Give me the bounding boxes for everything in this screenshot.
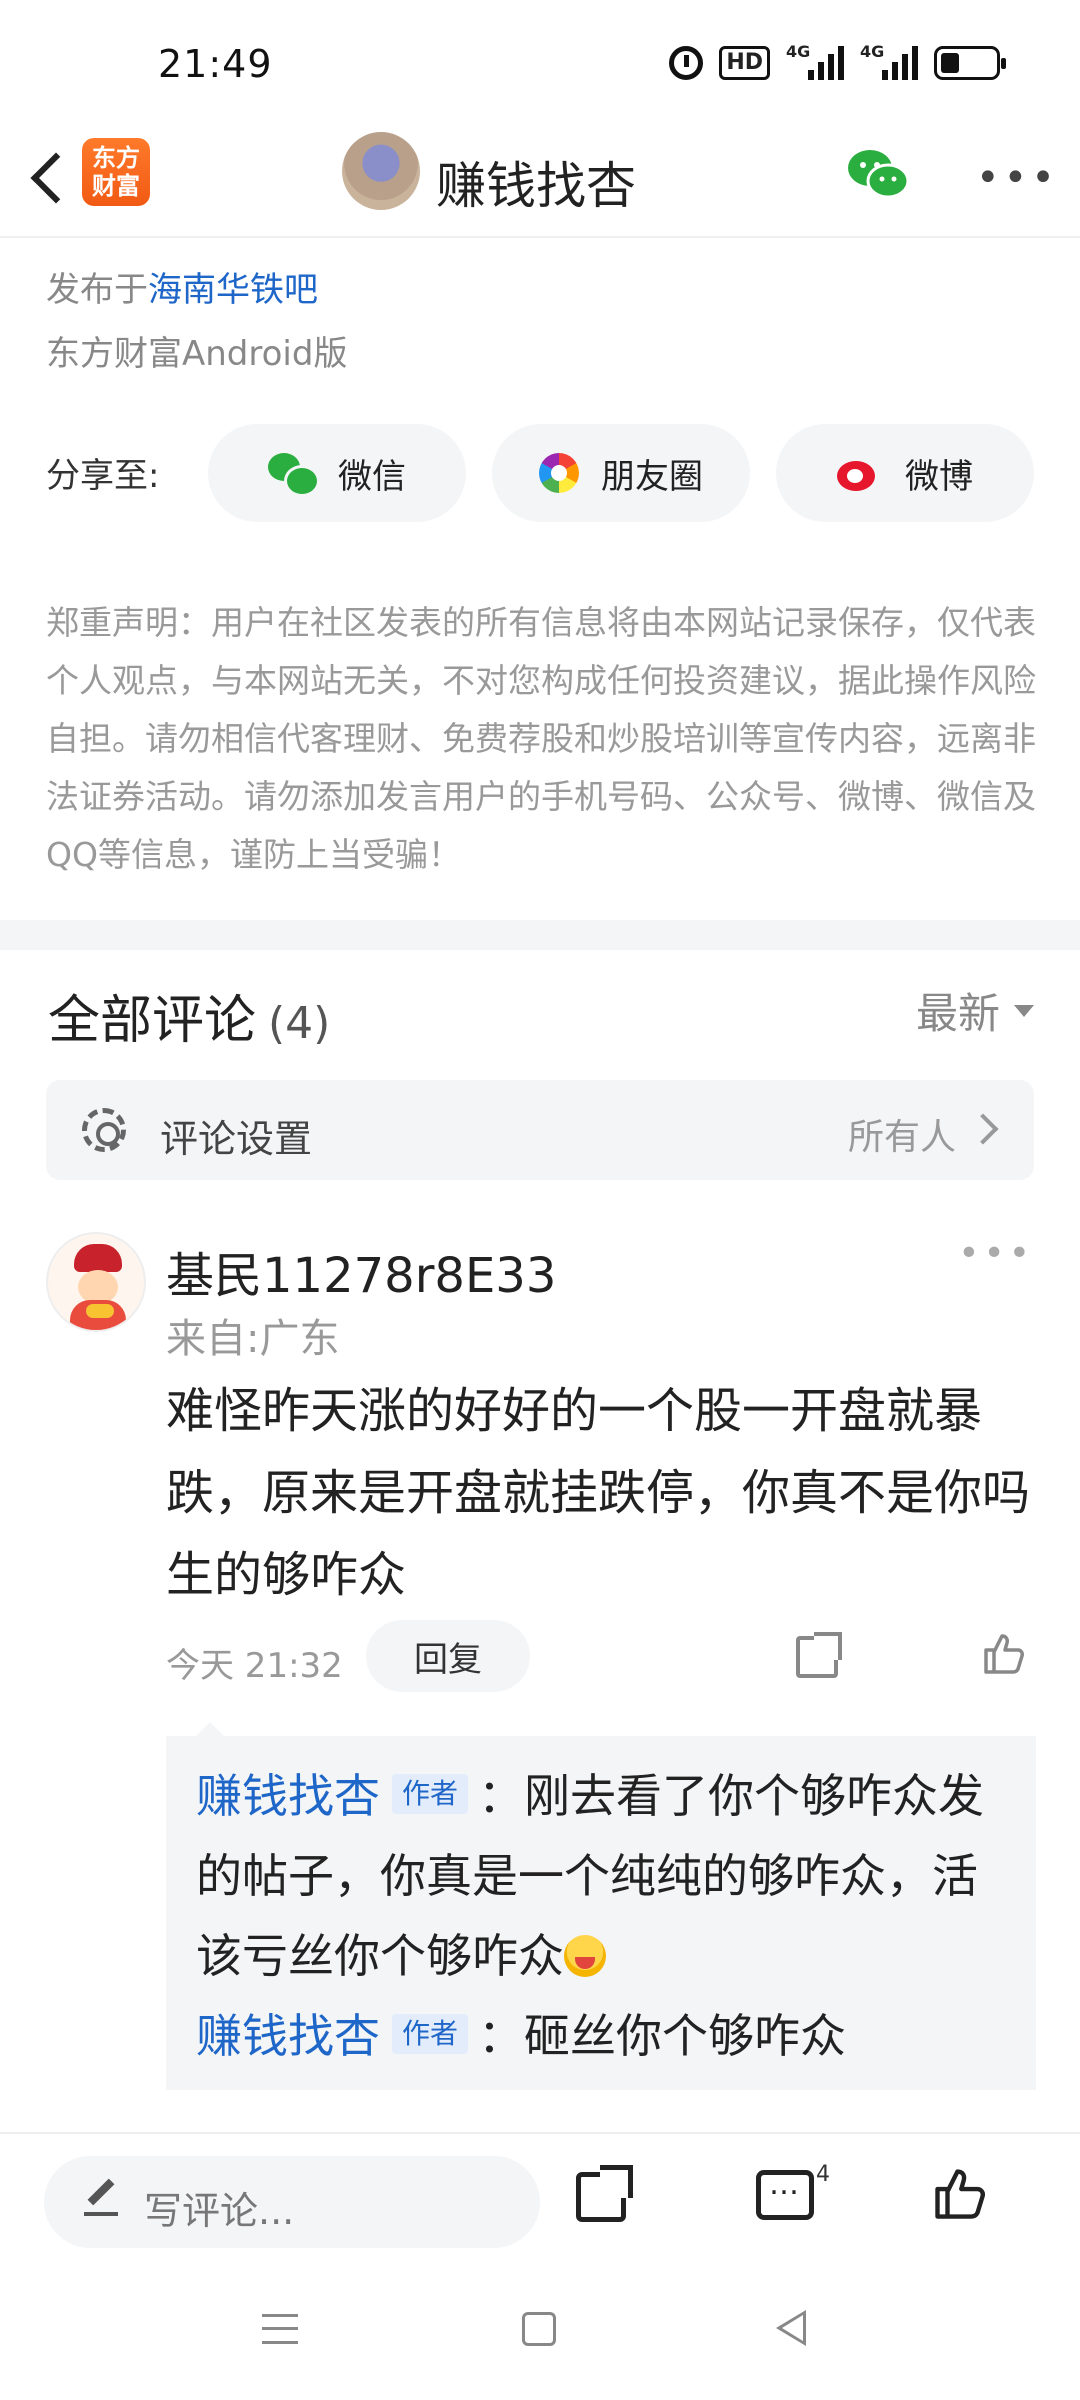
- reply-text: ：砸丝你个够咋众: [478, 2009, 847, 2063]
- share-wechat-button[interactable]: 微信: [208, 424, 466, 522]
- share-moments-label: 朋友圈: [601, 456, 703, 497]
- hd-icon: HD: [719, 46, 770, 80]
- signal-label-2: 4G: [860, 42, 885, 61]
- status-icons: HD 4G 4G: [669, 42, 1006, 80]
- comment-share-icon[interactable]: [796, 1632, 842, 1678]
- comment-time: 今天 21:32: [166, 1646, 343, 1686]
- caret-down-icon: [1014, 1004, 1034, 1017]
- write-comment-input[interactable]: 写评论...: [44, 2156, 540, 2248]
- app-logo[interactable]: 东方财富: [82, 138, 150, 206]
- client-info: 东方财富Android版: [46, 334, 348, 374]
- commenter-location: 来自:广东: [166, 1316, 340, 1362]
- bottom-bar: 写评论... … 4: [0, 2132, 1080, 2268]
- top-nav: 东方财富 赚钱找杏 •••: [0, 120, 1080, 238]
- comment-settings-value: 所有人: [847, 1117, 956, 1158]
- alarm-icon: [669, 46, 704, 80]
- share-wechat-label: 微信: [338, 456, 406, 497]
- comment-more-icon[interactable]: •••: [958, 1236, 1034, 1272]
- bar-link[interactable]: 海南华铁吧: [148, 270, 318, 310]
- author-tag: 作者: [392, 1773, 469, 1814]
- sort-label: 最新: [915, 989, 1000, 1038]
- signal-icon-2: 4G: [860, 42, 918, 80]
- back-icon[interactable]: [22, 142, 82, 212]
- author-avatar[interactable]: [342, 132, 420, 210]
- wechat-icon: [268, 453, 320, 497]
- reply-author[interactable]: 赚钱找杏: [196, 2009, 380, 2063]
- commenter-name[interactable]: 基民11278r8E33: [166, 1236, 556, 1306]
- share-weibo-label: 微博: [905, 456, 973, 497]
- write-comment-placeholder: 写评论...: [144, 2189, 295, 2233]
- comment-body: 难怪昨天涨的好好的一个股一开盘就暴跌，原来是开盘就挂跌停，你真不是你吗生的够咋众: [166, 1383, 1031, 1603]
- reply-item[interactable]: 赚钱找杏 作者 ：砸丝你个够咋众: [196, 1996, 1012, 2076]
- comments-count: (4): [268, 998, 331, 1049]
- disclaimer: 郑重声明：用户在社区发表的所有信息将由本网站记录保存，仅代表个人观点，与本网站无…: [46, 603, 1036, 874]
- share-weibo-button[interactable]: 微博: [776, 424, 1034, 522]
- reply-author[interactable]: 赚钱找杏: [196, 1769, 380, 1823]
- comment-settings-label: 评论设置: [160, 1117, 313, 1161]
- gear-icon: [82, 1108, 126, 1152]
- home-icon[interactable]: [522, 2312, 556, 2346]
- like-icon[interactable]: [980, 1630, 1028, 1678]
- comments-title-text: 全部评论: [48, 991, 257, 1051]
- commenter-avatar[interactable]: [46, 1232, 146, 1332]
- comment-icon[interactable]: …: [756, 2170, 814, 2220]
- comment-count-badge: 4: [816, 2162, 830, 2187]
- back-triangle-icon[interactable]: [776, 2310, 806, 2346]
- signal-label: 4G: [786, 42, 811, 61]
- menu-icon[interactable]: [262, 2314, 298, 2344]
- system-nav-bar: [0, 2268, 1080, 2400]
- comment-settings-row[interactable]: 评论设置 所有人: [46, 1080, 1034, 1180]
- share-icon[interactable]: [576, 2165, 633, 2222]
- comments-title: 全部评论 (4): [48, 978, 330, 1053]
- moments-icon: [539, 453, 579, 493]
- like-icon[interactable]: [930, 2164, 990, 2224]
- share-moments-button[interactable]: 朋友圈: [492, 424, 750, 522]
- sort-dropdown[interactable]: 最新: [916, 980, 1034, 1041]
- posted-in: 发布于海南华铁吧: [46, 262, 318, 311]
- posted-prefix: 发布于: [46, 270, 148, 310]
- chevron-right-icon: [967, 1113, 999, 1145]
- section-divider: [0, 920, 1080, 950]
- reply-list: 赚钱找杏 作者 ：刚去看了你个够咋众发的帖子，你真是一个纯纯的够咋众，活该亏丝你个够…: [166, 1722, 1036, 2090]
- status-time: 21:49: [158, 42, 273, 86]
- emoji-icon: [564, 1934, 606, 1977]
- pen-icon: [87, 2178, 115, 2206]
- weibo-icon: [837, 453, 883, 493]
- share-label: 分享至:: [46, 456, 160, 496]
- battery-icon: [934, 46, 1006, 80]
- wechat-icon[interactable]: [846, 148, 910, 200]
- page-title[interactable]: 赚钱找杏: [436, 146, 636, 218]
- reply-button[interactable]: 回复: [366, 1620, 530, 1692]
- status-bar: 21:49 HD 4G 4G: [0, 0, 1080, 120]
- reply-item[interactable]: 赚钱找杏 作者 ：刚去看了你个够咋众发的帖子，你真是一个纯纯的够咋众，活该亏丝你个够…: [196, 1756, 1012, 1996]
- signal-icon: 4G: [786, 42, 844, 80]
- author-tag: 作者: [392, 2013, 469, 2054]
- more-dots-icon[interactable]: •••: [976, 158, 1059, 198]
